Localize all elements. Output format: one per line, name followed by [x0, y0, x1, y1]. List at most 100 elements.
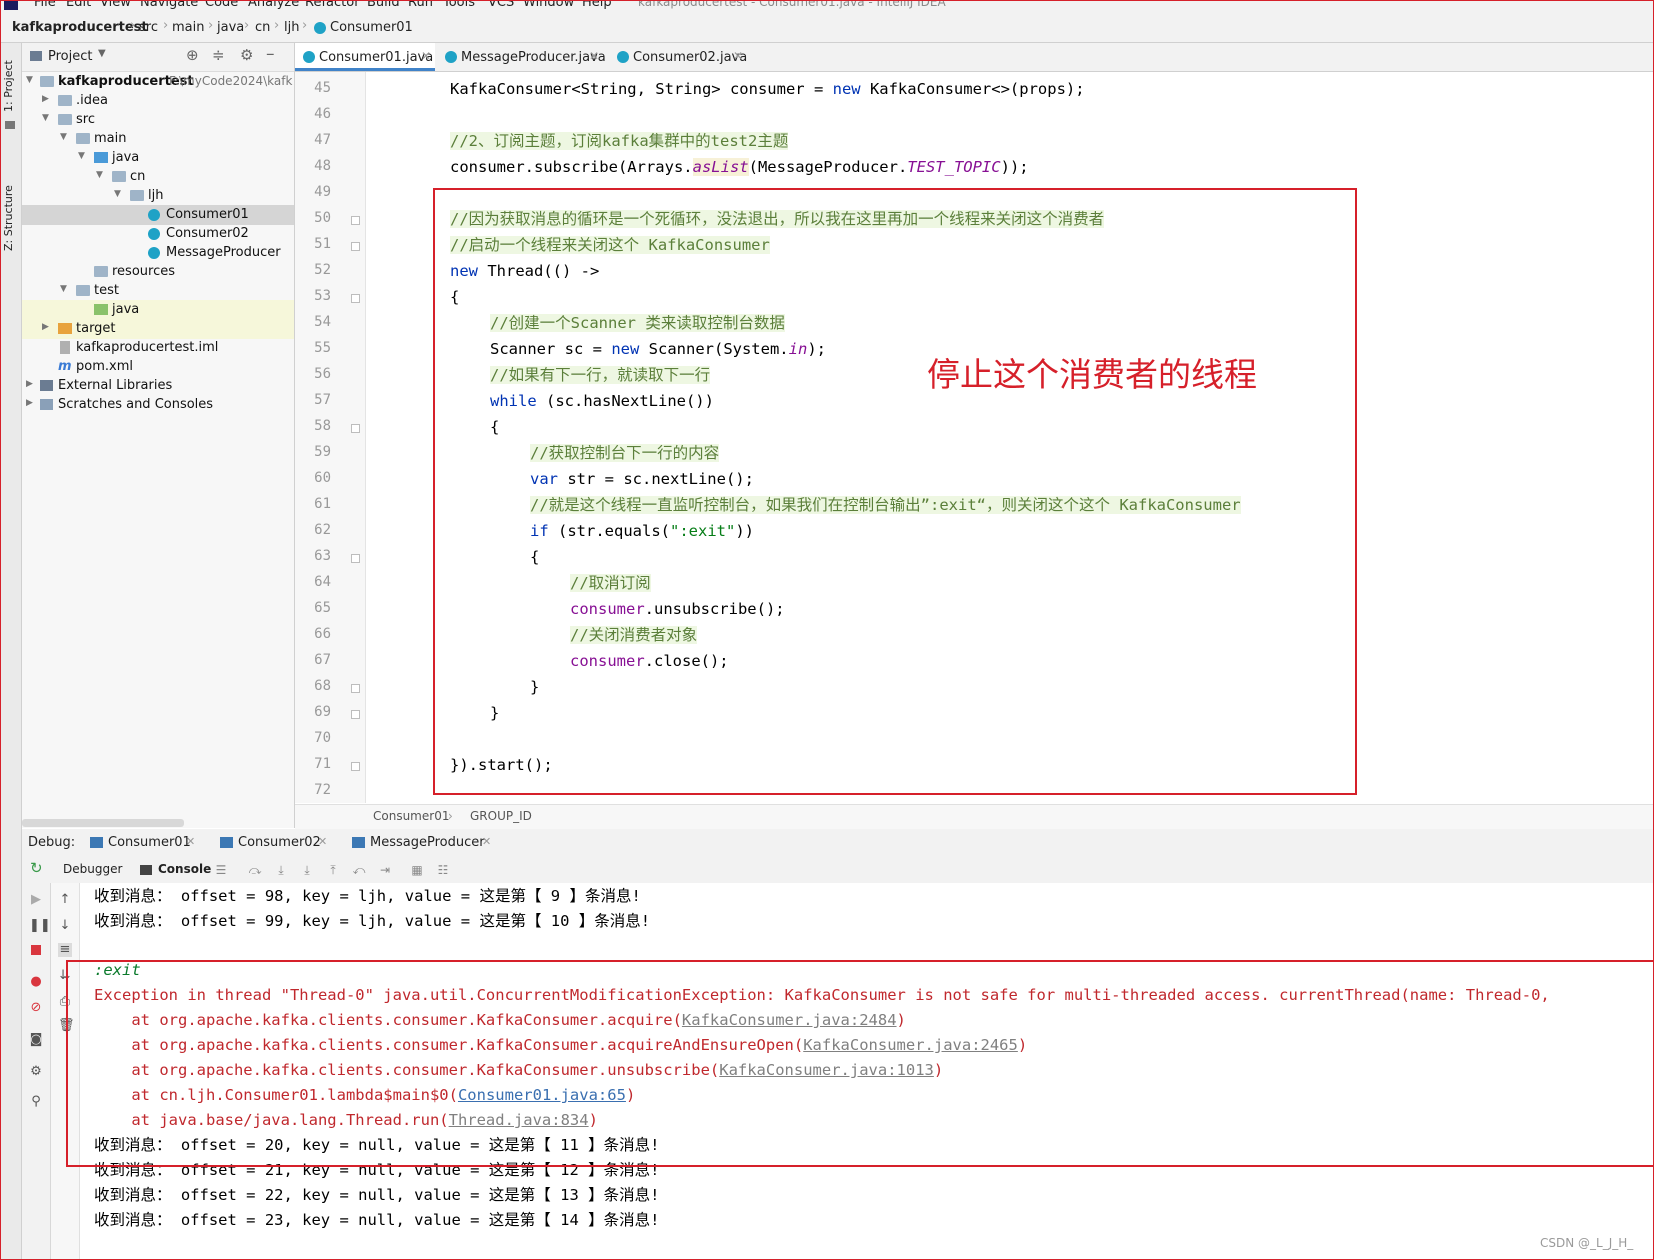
tab-console[interactable]: Console [158, 862, 211, 876]
chevron-down-icon[interactable]: ▼ [98, 48, 106, 59]
pin-icon[interactable]: ⚲ [29, 1095, 43, 1109]
menu-run[interactable]: Run [408, 0, 433, 10]
tab-debugger[interactable]: Debugger [63, 862, 122, 876]
tree-item-target[interactable]: ▶ target [22, 319, 294, 339]
collapsed-arrow-icon[interactable]: ▶ [42, 322, 49, 332]
tree-item-external-libraries[interactable]: ▶ External Libraries [22, 376, 294, 396]
tree-item-ljh[interactable]: ▼ ljh [22, 186, 294, 206]
fold-marker-icon[interactable] [351, 294, 360, 303]
step-out-icon[interactable]: ⤒ [326, 863, 340, 877]
evaluate-icon[interactable]: ▦ [410, 863, 424, 877]
tree-item-idea[interactable]: ▶ .idea [22, 91, 294, 111]
arrow-up-icon[interactable]: ↑ [58, 893, 72, 907]
breadcrumb-field[interactable]: GROUP_ID [470, 809, 532, 823]
fold-marker-icon[interactable] [351, 424, 360, 433]
arrow-down-icon[interactable]: ↓ [58, 919, 72, 933]
menu-refactor[interactable]: Refactor [305, 0, 360, 10]
nav-crumb-cn[interactable]: cn [255, 20, 270, 35]
tree-item-messageproducer[interactable]: MessageProducer [22, 243, 294, 263]
structure-tool-tab[interactable]: Z: Structure [2, 183, 19, 253]
fold-marker-icon[interactable] [351, 554, 360, 563]
breadcrumb-class[interactable]: Consumer01 [373, 809, 449, 823]
force-step-into-icon[interactable]: ⤓ [300, 863, 314, 877]
nav-crumb-ljh[interactable]: ljh [284, 20, 299, 35]
close-icon[interactable]: ✕ [186, 835, 195, 848]
resume-icon[interactable]: ▶ [29, 893, 43, 907]
tree-item-scratches[interactable]: ▶ Scratches and Consoles [22, 395, 294, 415]
expanded-arrow-icon[interactable]: ▼ [60, 284, 67, 294]
collapsed-arrow-icon[interactable]: ▶ [26, 398, 33, 408]
close-icon[interactable]: ✕ [733, 49, 743, 63]
tab-consumer01[interactable]: Consumer01.java ✕ [295, 43, 435, 71]
menu-vcs[interactable]: VCS [488, 0, 514, 10]
run-to-cursor-icon[interactable]: ⇥ [378, 863, 392, 877]
fold-marker-icon[interactable] [351, 762, 360, 771]
menu-navigate[interactable]: Navigate [140, 0, 198, 10]
gear-icon[interactable]: ⚙ [29, 1065, 43, 1079]
tree-item-consumer01[interactable]: Consumer01 [22, 205, 294, 225]
tab-consumer02[interactable]: Consumer02.java ✕ [609, 43, 759, 71]
menu-window[interactable]: Window [523, 0, 574, 10]
camera-icon[interactable]: ◙ [29, 1033, 43, 1047]
nav-crumb-class[interactable]: Consumer01 [330, 20, 413, 35]
pause-icon[interactable]: ❚❚ [29, 919, 51, 933]
step-into-icon[interactable]: ⤓ [274, 863, 288, 877]
horizontal-scrollbar[interactable] [22, 819, 184, 827]
step-over-icon[interactable]: ⤼ [248, 863, 262, 877]
menu-help[interactable]: Help [582, 0, 612, 10]
collapsed-arrow-icon[interactable]: ▶ [26, 379, 33, 389]
debug-session-consumer01[interactable]: Consumer01 [108, 835, 191, 850]
expanded-arrow-icon[interactable]: ▼ [42, 113, 49, 123]
tree-item-cn[interactable]: ▼ cn [22, 167, 294, 187]
fold-marker-icon[interactable] [351, 684, 360, 693]
debug-session-messageproducer[interactable]: MessageProducer [370, 835, 485, 850]
expanded-arrow-icon[interactable]: ▼ [78, 151, 85, 161]
close-icon[interactable]: ✕ [318, 835, 327, 848]
nav-crumb-main[interactable]: main [172, 20, 204, 35]
menu-tools[interactable]: Tools [443, 0, 475, 10]
menu-file[interactable]: File [34, 0, 56, 10]
menu-analyze[interactable]: Analyze [248, 0, 299, 10]
nav-crumb-project[interactable]: kafkaproducertest [12, 20, 148, 35]
fold-marker-icon[interactable] [351, 242, 360, 251]
rerun-icon[interactable]: ↻ [30, 859, 43, 877]
tree-item-test-java[interactable]: java [22, 300, 294, 320]
expanded-arrow-icon[interactable]: ▼ [60, 132, 67, 142]
project-tool-tab[interactable]: 1: Project [2, 51, 19, 121]
tree-item-project-root[interactable]: ▼ kafkaproducertest F:\myCode2024\kafk [22, 72, 294, 92]
tree-item-src[interactable]: ▼ src [22, 110, 294, 130]
project-view-selector[interactable]: Project [48, 49, 92, 64]
stop-icon[interactable] [31, 945, 41, 955]
tree-item-main[interactable]: ▼ main [22, 129, 294, 149]
gear-icon[interactable]: ⚙ [240, 46, 253, 64]
nav-crumb-java[interactable]: java [217, 20, 244, 35]
fold-marker-icon[interactable] [351, 216, 360, 225]
minimize-icon[interactable]: – [266, 44, 275, 64]
close-icon[interactable]: ✕ [421, 49, 431, 63]
tree-item-resources[interactable]: resources [22, 262, 294, 282]
mute-breakpoints-icon[interactable]: ⊘ [29, 1001, 43, 1015]
drop-frame-icon[interactable]: ⤺ [352, 863, 366, 877]
close-icon[interactable]: ✕ [482, 835, 491, 848]
collapse-all-icon[interactable]: ≑ [212, 46, 225, 64]
expanded-arrow-icon[interactable]: ▼ [114, 189, 121, 199]
collapsed-arrow-icon[interactable]: ▶ [42, 94, 49, 104]
menu-build[interactable]: Build [367, 0, 400, 10]
expanded-arrow-icon[interactable]: ▼ [26, 75, 33, 85]
tree-item-test[interactable]: ▼ test [22, 281, 294, 301]
trace-icon[interactable]: ☷ [436, 863, 450, 877]
tree-item-pom[interactable]: m pom.xml [22, 357, 294, 377]
expanded-arrow-icon[interactable]: ▼ [96, 170, 103, 180]
view-breakpoints-icon[interactable]: ● [29, 975, 43, 989]
editor-gutter[interactable]: 45 46 47 48 49 50 51 52 53 54 55 56 57 5… [295, 72, 366, 803]
debug-session-consumer02[interactable]: Consumer02 [238, 835, 321, 850]
tab-messageproducer[interactable]: MessageProducer.java ✕ [437, 43, 606, 71]
soft-wrap-icon[interactable]: ≡ [58, 943, 72, 957]
tree-item-main-java[interactable]: ▼ java [22, 148, 294, 168]
tree-item-iml[interactable]: kafkaproducertest.iml [22, 338, 294, 358]
menu-code[interactable]: Code [205, 0, 238, 10]
fold-marker-icon[interactable] [351, 710, 360, 719]
nav-crumb-src[interactable]: src [139, 20, 158, 35]
menu-view[interactable]: View [100, 0, 131, 10]
close-icon[interactable]: ✕ [589, 49, 599, 63]
